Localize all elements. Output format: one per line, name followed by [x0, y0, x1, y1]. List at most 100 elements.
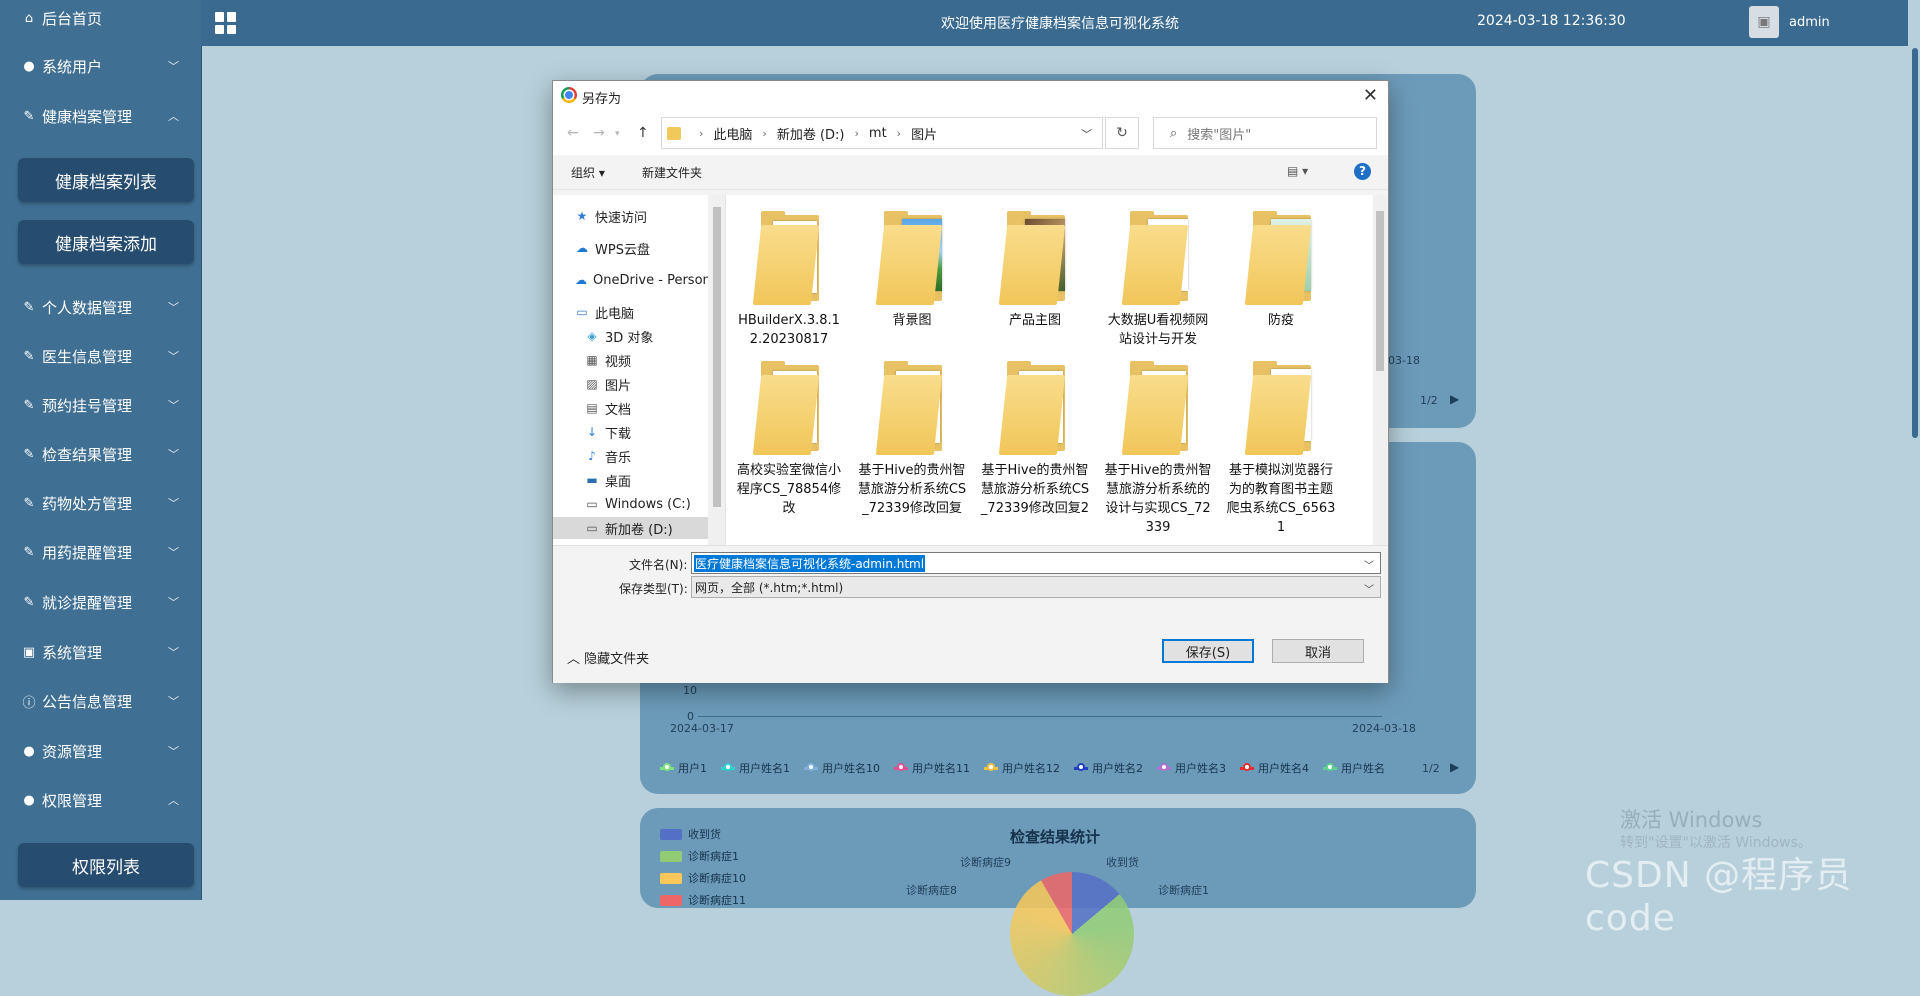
filetype-label: 保存类型(T): — [619, 582, 688, 596]
pie-chart — [1010, 872, 1134, 996]
legend-item[interactable]: 用户姓名 — [1323, 760, 1385, 776]
x-tick-start: 2024-03-17 — [670, 722, 734, 735]
nav-pane-item[interactable]: ♪ 音乐 — [553, 445, 708, 467]
address-bar[interactable]: › 此电脑 › 新加卷 (D:) › mt › 图片 ﹀ — [661, 117, 1103, 149]
nav-pane-item[interactable]: ★ 快速访问 — [553, 205, 708, 227]
folder-item[interactable]: 基于Hive的贵州智慧旅游分析系统CS_72339修改回复 — [857, 361, 967, 518]
submenu-button[interactable]: 健康档案添加 — [18, 220, 194, 264]
sidebar-item[interactable]: ✎ 健康档案管理 ︿ — [0, 92, 201, 140]
page-scrollbar[interactable] — [1908, 0, 1920, 900]
next-page-icon[interactable]: ▶ — [1450, 392, 1459, 406]
nav-pane-item[interactable]: ☁ WPS云盘 — [553, 237, 708, 259]
drive-icon: ▭ — [586, 521, 598, 535]
pie-legend-item[interactable]: 收到货 — [660, 826, 721, 842]
folder-item[interactable]: 高校实验室微信小程序CS_78854修改 — [734, 361, 844, 518]
nav-pane-label: OneDrive - Person — [593, 272, 708, 288]
filetype-select[interactable]: 网页，全部 (*.htm;*.html) ﹀ — [691, 576, 1381, 598]
folder-item[interactable]: 基于Hive的贵州智慧旅游分析系统的设计与实现CS_72339 — [1103, 361, 1213, 537]
organize-menu[interactable]: 组织 ▾ — [571, 164, 605, 181]
folder-item[interactable]: 防疫 — [1226, 211, 1336, 330]
save-button[interactable]: 保存(S) — [1162, 639, 1254, 663]
sidebar-item[interactable]: ⓘ 公告信息管理 ﹀ — [0, 677, 201, 725]
up-arrow-icon[interactable]: ↑ — [637, 125, 649, 141]
submenu-button[interactable]: 权限列表 — [18, 843, 194, 887]
chevron-down-icon[interactable]: ﹀ — [1364, 581, 1374, 596]
breadcrumb-item[interactable]: 图片 — [911, 124, 937, 143]
nav-pane-item[interactable]: ▭ 新加卷 (D:) — [553, 517, 708, 539]
nav-pane-item[interactable]: ▨ 图片 — [553, 373, 708, 395]
sidebar-item[interactable]: ✎ 医生信息管理 ﹀ — [0, 332, 201, 380]
close-icon[interactable]: ✕ — [1363, 85, 1378, 106]
file-scrollbar[interactable] — [1373, 195, 1387, 545]
star-icon: ★ — [576, 209, 588, 223]
chrome-icon — [561, 87, 577, 103]
nav-pane-item[interactable]: ↓ 下载 — [553, 421, 708, 443]
legend-item[interactable]: 用户姓名12 — [984, 760, 1060, 776]
help-icon[interactable]: ? — [1354, 163, 1371, 180]
pie-legend-item[interactable]: 诊断病症1 — [660, 848, 739, 864]
legend-item[interactable]: 用户姓名3 — [1157, 760, 1226, 776]
breadcrumb-item[interactable]: mt — [869, 126, 887, 141]
folder-label: 大数据U看视频网站设计与开发 — [1107, 313, 1209, 347]
search-input[interactable]: ⌕ 搜索"图片" — [1153, 117, 1377, 149]
sidebar-item[interactable]: ✎ 个人数据管理 ﹀ — [0, 283, 201, 331]
new-folder-button[interactable]: 新建文件夹 — [642, 164, 702, 181]
chevron-down-icon[interactable]: ﹀ — [1081, 126, 1092, 142]
legend-item[interactable]: 用户姓名10 — [804, 760, 880, 776]
chevron-down-icon[interactable]: ﹀ — [1364, 557, 1374, 572]
nav-pane-item[interactable]: ▤ 文档 — [553, 397, 708, 419]
nav-pane-item[interactable]: ◈ 3D 对象 — [553, 325, 708, 347]
sidebar-item[interactable]: ● 系统用户 ﹀ — [0, 42, 201, 90]
folder-item[interactable]: 基于Hive的贵州智慧旅游分析系统CS_72339修改回复2 — [980, 361, 1090, 518]
file-scrollbar-thumb[interactable] — [1376, 211, 1384, 371]
avatar[interactable]: ▣ — [1749, 6, 1779, 38]
legend-item[interactable]: 用户姓名1 — [721, 760, 790, 776]
legend-item[interactable]: 用户1 — [660, 760, 707, 776]
legend-item[interactable]: 用户姓名2 — [1074, 760, 1143, 776]
dialog-titlebar[interactable]: 另存为 ✕ — [553, 81, 1388, 111]
folder-item[interactable]: 基于模拟浏览器行为的教育图书主题爬虫系统CS_65631 — [1226, 361, 1336, 537]
video-icon: ▦ — [586, 353, 598, 367]
view-options-icon[interactable]: ▤ ▾ — [1287, 164, 1308, 178]
legend-item[interactable]: 用户姓名4 — [1240, 760, 1309, 776]
hide-folders-toggle[interactable]: ︿ 隐藏文件夹 — [567, 648, 649, 667]
filename-value[interactable]: 医疗健康档案信息可视化系统-admin.html — [694, 554, 926, 572]
nav-pane-label: 桌面 — [605, 474, 632, 490]
legend-marker-icon — [721, 762, 735, 771]
legend-item[interactable]: 用户姓名11 — [894, 760, 970, 776]
scrollbar-thumb[interactable] — [1912, 48, 1918, 438]
sidebar-item[interactable]: ✎ 就诊提醒管理 ﹀ — [0, 578, 201, 626]
sidebar-item[interactable]: ✎ 预约挂号管理 ﹀ — [0, 381, 201, 429]
next-page-icon[interactable]: ▶ — [1450, 760, 1459, 774]
folder-item[interactable]: HBuilderX.3.8.12.20230817 — [734, 211, 844, 349]
sidebar-item[interactable]: ● 资源管理 ﹀ — [0, 727, 201, 775]
sidebar-item[interactable]: ✎ 检查结果管理 ﹀ — [0, 430, 201, 478]
pie-legend-item[interactable]: 诊断病症11 — [660, 892, 746, 908]
menu-grid-icon[interactable] — [215, 12, 237, 34]
forward-arrow-icon[interactable]: → — [593, 125, 605, 141]
sidebar-item[interactable]: ✎ 用药提醒管理 ﹀ — [0, 528, 201, 576]
nav-pane-item[interactable]: ▦ 视频 — [553, 349, 708, 371]
sidebar-item[interactable]: ⌂ 后台首页 — [0, 0, 201, 42]
breadcrumb-item[interactable]: 此电脑 — [713, 124, 752, 143]
pie-legend-item[interactable]: 诊断病症10 — [660, 870, 746, 886]
submenu-button[interactable]: 健康档案列表 — [18, 158, 194, 202]
nav-pane-item[interactable]: ▬ 桌面 — [553, 469, 708, 491]
username[interactable]: admin — [1789, 15, 1830, 30]
back-arrow-icon[interactable]: ← — [567, 125, 579, 141]
sidebar-item[interactable]: ✎ 药物处方管理 ﹀ — [0, 479, 201, 527]
recent-dropdown-icon[interactable]: ▾ — [615, 129, 620, 139]
cancel-button[interactable]: 取消 — [1272, 639, 1364, 663]
nav-pane-item[interactable]: ▭ Windows (C:) — [553, 493, 708, 515]
nav-scrollbar-thumb[interactable] — [713, 207, 721, 507]
sidebar-item[interactable]: ● 权限管理 ︿ — [0, 776, 201, 824]
refresh-icon[interactable]: ↻ — [1105, 117, 1139, 149]
folder-item[interactable]: 产品主图 — [980, 211, 1090, 330]
sidebar-item[interactable]: ▣ 系统管理 ﹀ — [0, 628, 201, 676]
filename-field[interactable]: 医疗健康档案信息可视化系统-admin.html ﹀ — [691, 552, 1381, 574]
breadcrumb-item[interactable]: 新加卷 (D:) — [777, 124, 845, 143]
folder-item[interactable]: 背景图 — [857, 211, 967, 330]
nav-pane-item[interactable]: ▭ 此电脑 — [553, 301, 708, 323]
folder-item[interactable]: W 大数据U看视频网站设计与开发 — [1103, 211, 1213, 349]
nav-pane-item[interactable]: ☁ OneDrive - Person — [553, 269, 708, 291]
